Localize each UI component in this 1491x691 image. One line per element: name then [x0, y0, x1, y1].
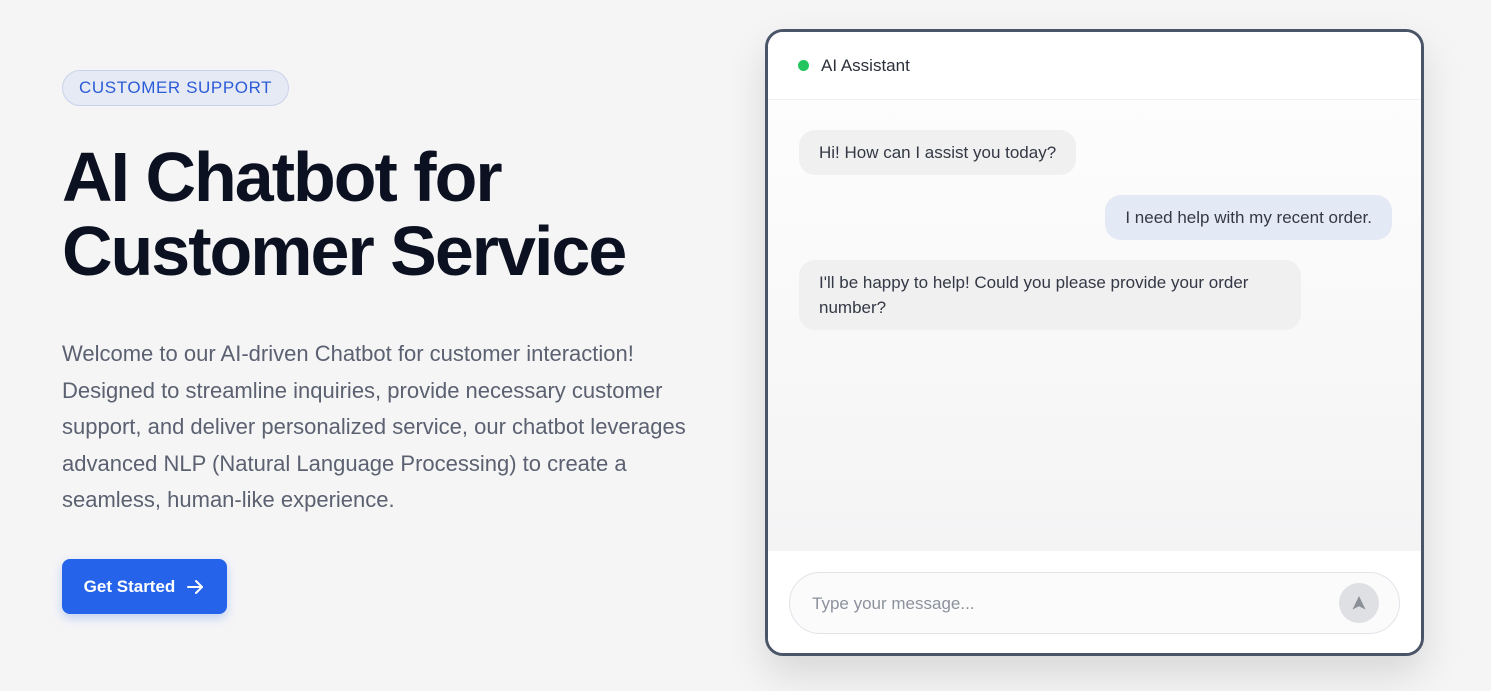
arrow-right-icon [187, 579, 204, 594]
hero-description: Welcome to our AI-driven Chatbot for cus… [62, 341, 686, 512]
chat-header: AI Assistant [768, 32, 1421, 100]
chat-title: AI Assistant [821, 55, 910, 75]
send-button[interactable] [1339, 583, 1379, 623]
page-title: AI Chatbot for Customer Service [62, 140, 762, 288]
assistant-message: I'll be happy to help! Could you please … [799, 260, 1301, 330]
message-list: Hi! How can I assist you today? I need h… [768, 100, 1421, 551]
category-badge: CUSTOMER SUPPORT [62, 70, 290, 106]
user-message: I need help with my recent order. [1105, 195, 1392, 240]
message-composer [768, 551, 1421, 653]
send-icon [1352, 596, 1366, 610]
message-input[interactable] [810, 573, 1314, 635]
assistant-message: Hi! How can I assist you today? [799, 130, 1077, 175]
get-started-button[interactable]: Get Started [62, 559, 227, 614]
online-status-icon [798, 60, 809, 71]
title-line-2: Customer Service [62, 212, 627, 290]
chat-window: AI Assistant Hi! How can I assist you to… [765, 29, 1424, 656]
message-input-container [789, 572, 1400, 635]
get-started-label: Get Started [83, 576, 176, 596]
title-line-1: AI Chatbot for [62, 138, 503, 216]
